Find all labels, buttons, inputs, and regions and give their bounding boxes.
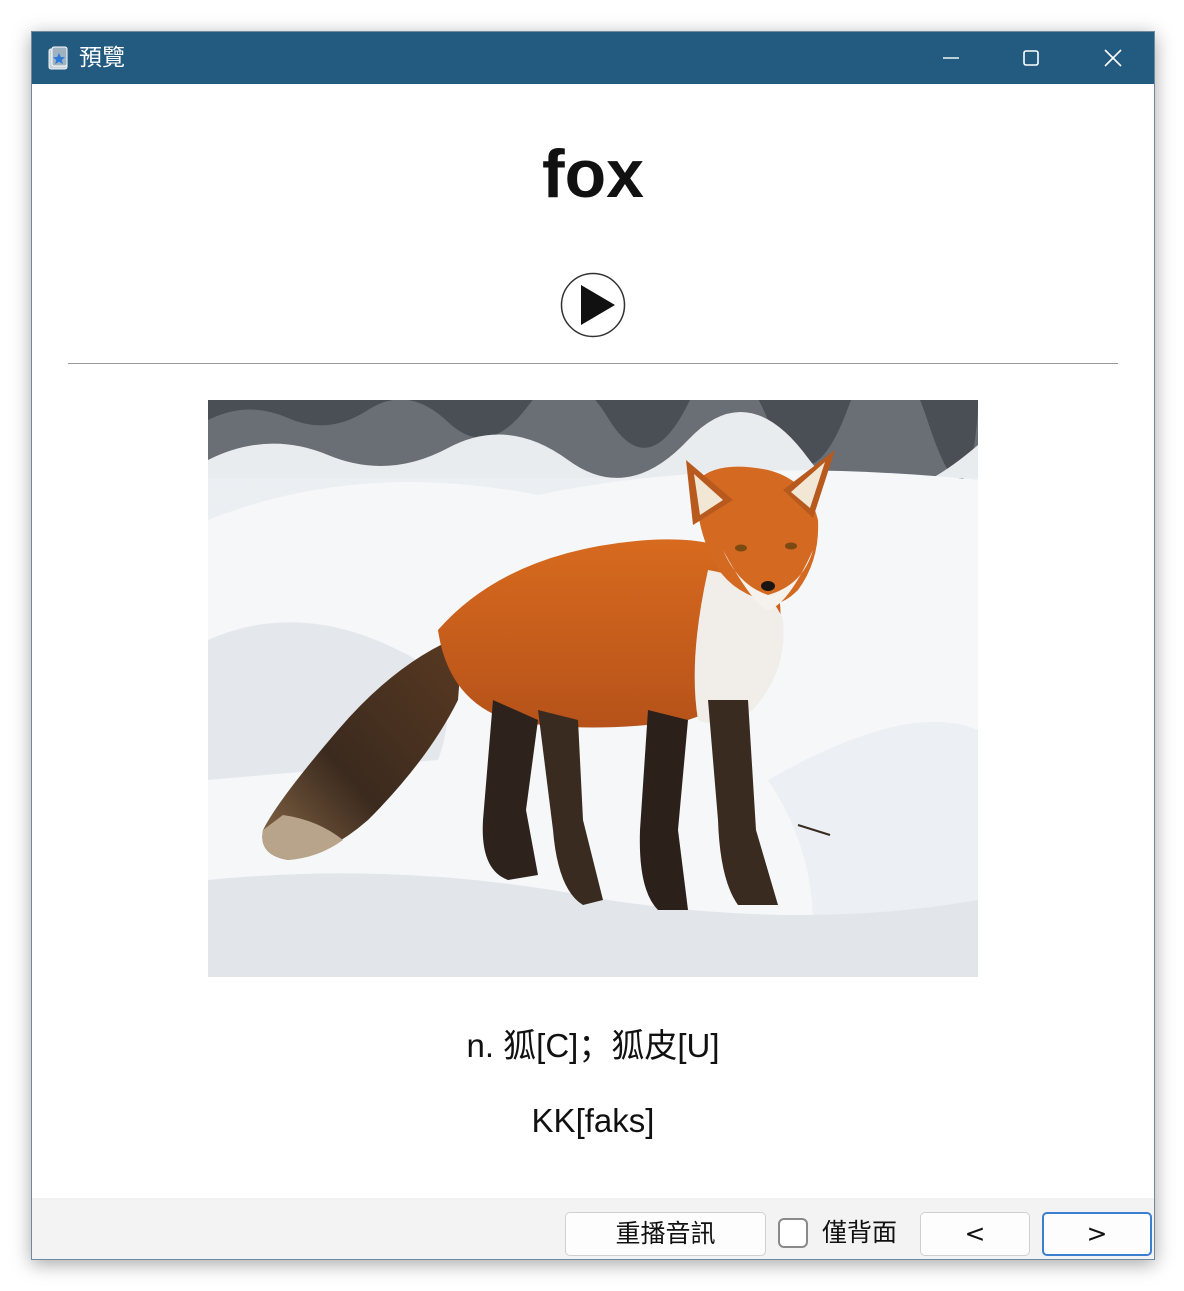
card-divider xyxy=(68,363,1118,364)
play-audio-button[interactable] xyxy=(560,272,626,338)
preview-window: 預覽 fox n. 狐[C]；狐皮[U] KK[faks] 重播音訊 僅背面 <… xyxy=(31,31,1155,1260)
replay-audio-button[interactable]: 重播音訊 xyxy=(565,1212,766,1256)
maximize-icon xyxy=(1023,50,1039,66)
maximize-button[interactable] xyxy=(991,32,1071,84)
previous-button[interactable]: < xyxy=(920,1212,1030,1256)
card-phonetic: KK[faks] xyxy=(531,1102,655,1139)
back-only-label[interactable]: 僅背面 xyxy=(822,1212,897,1256)
minimize-button[interactable] xyxy=(911,32,991,84)
close-button[interactable] xyxy=(1073,32,1153,84)
minimize-icon xyxy=(943,50,959,66)
title-bar[interactable]: 預覽 xyxy=(32,32,1154,84)
fox-image xyxy=(208,400,978,977)
footer-bar: 重播音訊 僅背面 < > xyxy=(32,1198,1154,1259)
card-meaning: n. 狐[C]；狐皮[U] xyxy=(466,1027,720,1064)
close-icon xyxy=(1104,49,1122,67)
next-button[interactable]: > xyxy=(1042,1212,1152,1256)
back-only-checkbox[interactable] xyxy=(778,1218,808,1248)
window-title: 預覽 xyxy=(79,45,125,71)
app-star-icon xyxy=(48,46,70,70)
card-content: fox n. 狐[C]；狐皮[U] KK[faks] xyxy=(32,84,1154,1198)
play-icon xyxy=(560,272,626,342)
card-word: fox xyxy=(542,136,644,212)
